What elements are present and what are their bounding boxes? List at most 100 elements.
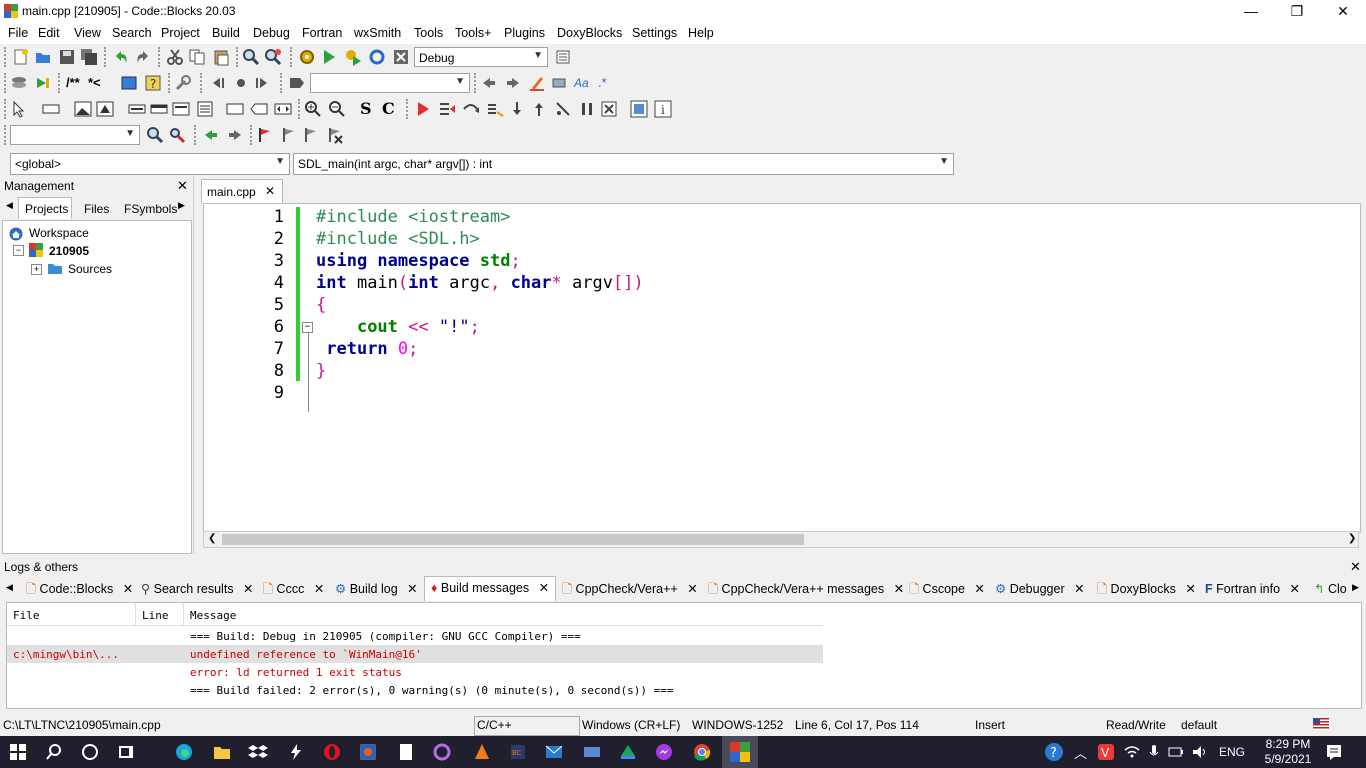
menu-tools[interactable]: Tools [414,26,443,40]
collapse-toggle-icon[interactable]: − [13,245,24,256]
logtab-close-icon[interactable]: ✕ [894,582,904,596]
next-instruction-icon[interactable] [486,100,504,118]
doxywizard-icon[interactable] [120,74,138,92]
vivaldi-icon[interactable]: V [1096,742,1116,762]
run-icon[interactable] [320,48,338,66]
tree-workspace[interactable]: Workspace [29,226,89,240]
menu-file[interactable]: File [8,26,28,40]
logtab-close-icon[interactable]: ✕ [407,582,417,596]
help-icon[interactable]: ? [1044,742,1064,762]
paste-icon[interactable] [212,48,230,66]
next-line-icon[interactable] [462,100,480,118]
menu-project[interactable]: Project [161,26,200,40]
comment-line-icon[interactable]: *< [88,75,101,90]
logtab-cppcheck-messages[interactable]: 🗋 CppCheck/Vera++ messages ✕ [708,578,904,600]
expand-toggle-icon[interactable]: + [31,264,42,275]
flag-prev-icon[interactable] [280,126,298,144]
widget-textctrl-icon[interactable] [150,100,168,118]
stack-icon[interactable] [10,74,28,92]
edge-icon[interactable] [174,742,194,762]
editor-tab-main-cpp[interactable]: main.cpp ✕ [201,179,283,203]
cut-icon[interactable] [166,48,184,66]
forward-arrow-icon[interactable] [226,126,244,144]
undo-icon[interactable] [112,48,130,66]
logs-tab-scroll-left-icon[interactable]: ◀ [6,582,13,593]
debug-start-icon[interactable] [414,100,432,118]
logtab-close-icon[interactable]: ✕ [1074,582,1084,596]
menu-build[interactable]: Build [212,26,240,40]
copy-icon[interactable] [188,48,206,66]
comment-block-icon[interactable]: /** [66,75,80,90]
clock-time[interactable]: 8:29 PM [1260,737,1316,751]
abort-icon[interactable] [392,48,410,66]
settings-wrench-icon[interactable] [168,126,186,144]
file-explorer-icon[interactable] [212,742,232,762]
search-combo[interactable]: ▼ [310,73,470,93]
flag-icon[interactable] [256,126,274,144]
status-eol[interactable]: Windows (CR+LF) [582,718,680,732]
toolbar-grip[interactable] [406,99,412,119]
pause-icon[interactable] [578,100,596,118]
highlight-icon[interactable] [528,74,546,92]
management-close-button[interactable]: ✕ [177,178,188,194]
menu-tools-plus[interactable]: Tools+ [455,26,491,40]
table-row[interactable]: c:\mingw\bin\... undefined reference to … [7,645,823,663]
tree-sources[interactable]: Sources [68,262,112,276]
clock-date[interactable]: 5/9/2021 [1260,752,1316,766]
logtab-close-icon[interactable]: ✕ [1290,582,1300,596]
microphone-icon[interactable] [1144,742,1164,762]
debug-info-icon[interactable]: i [654,100,672,118]
step-into-icon[interactable] [508,100,526,118]
logtab-close-icon[interactable]: ✕ [243,582,253,596]
logtab-close-icon[interactable]: ✕ [314,582,324,596]
replace-icon[interactable] [264,48,282,66]
menu-view[interactable]: View [74,26,101,40]
match-case-icon[interactable]: Aa [574,76,589,90]
rebuild-icon[interactable] [368,48,386,66]
tab-files[interactable]: Files [84,202,109,216]
flag-next-icon[interactable] [302,126,320,144]
editor-horizontal-scrollbar[interactable]: ❮ ❯ [203,531,1359,548]
editor-tab-close-button[interactable]: ✕ [265,184,275,198]
widget-scroll-icon[interactable] [274,100,292,118]
column-header-file[interactable]: File [13,609,40,622]
menu-plugins[interactable]: Plugins [504,26,545,40]
menu-debug[interactable]: Debug [253,26,290,40]
logtab-fortran-info[interactable]: F Fortran info ✕ [1205,578,1300,600]
menu-wxsmith[interactable]: wxSmith [354,26,401,40]
jump-icon[interactable] [34,74,52,92]
wrench-icon[interactable] [174,74,192,92]
messenger-icon[interactable] [654,742,674,762]
status-language[interactable]: C/C++ [474,716,580,736]
scroll-right-icon[interactable]: ❯ [1348,533,1356,544]
find-icon[interactable] [242,48,260,66]
step-out-icon[interactable] [530,100,548,118]
task-view-icon[interactable] [116,742,136,762]
toolbar-grip[interactable] [280,73,286,93]
s-toggle-button[interactable]: S [360,99,372,118]
widget-dialog-icon[interactable] [250,100,268,118]
logtab-close-icon[interactable]: ✕ [1185,582,1195,596]
menu-doxyblocks[interactable]: DoxyBlocks [557,26,622,40]
next-bookmark-icon[interactable] [254,74,272,92]
save-icon[interactable] [58,48,76,66]
logtab-search-results[interactable]: ⚲ Search results ✕ [141,578,254,600]
scroll-left-icon[interactable]: ❮ [208,533,216,544]
regex-icon[interactable]: .* [598,75,607,90]
tab-scroll-left-icon[interactable]: ◀ [6,200,13,211]
menu-help[interactable]: Help [688,26,714,40]
search-icon[interactable] [146,126,164,144]
vlc-icon[interactable] [472,742,492,762]
pointer-icon[interactable] [10,100,28,118]
app-icon[interactable]: BC [508,742,528,762]
back-arrow-icon[interactable] [202,126,220,144]
column-header-message[interactable]: Message [190,609,236,622]
menu-edit[interactable]: Edit [38,26,60,40]
opera-icon[interactable] [322,742,342,762]
codeblocks-taskbar-button[interactable] [722,736,758,768]
new-file-icon[interactable] [12,48,30,66]
tab-scroll-right-icon[interactable]: ▶ [178,200,185,211]
widget-button-icon[interactable] [128,100,146,118]
flag-clear-icon[interactable] [326,126,344,144]
toolbar-grip[interactable] [290,47,296,67]
